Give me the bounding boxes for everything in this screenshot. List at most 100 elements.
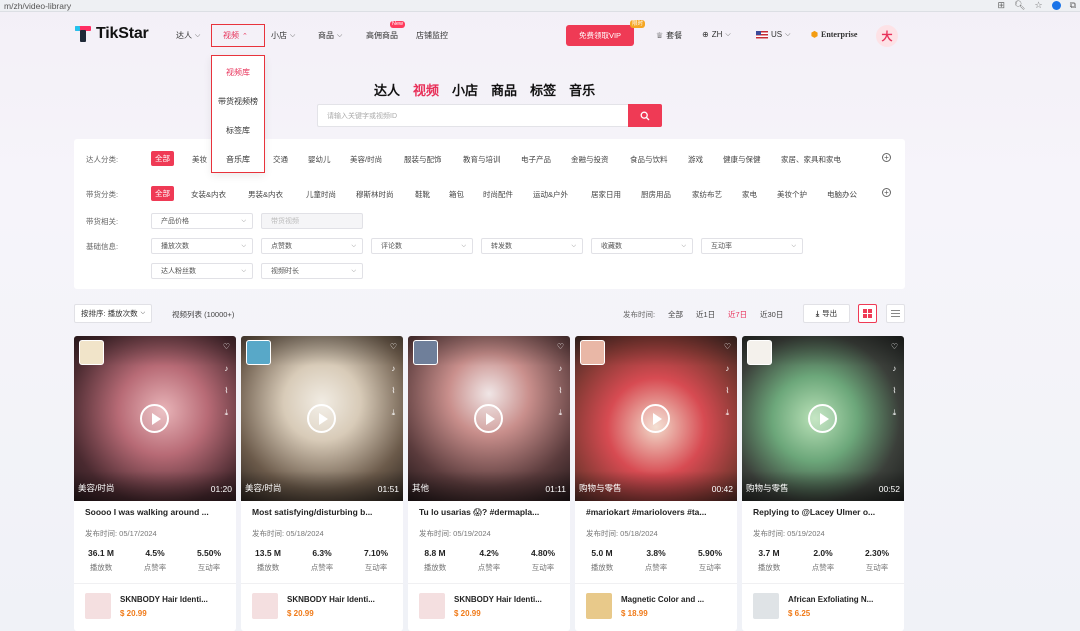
list-view-button[interactable] (886, 304, 905, 323)
menu-video-library[interactable]: 视频库 (212, 58, 264, 87)
video-title[interactable]: Soooo I was walking around ... (85, 507, 229, 517)
creator-avatar[interactable] (79, 340, 104, 365)
video-card[interactable]: ♡ ♪ ⌇ ⤓ 购物与零售 00:42 #mariokart #mariolov… (575, 336, 737, 631)
video-thumbnail[interactable]: ♡ ♪ ⌇ ⤓ 其他 01:11 (408, 336, 570, 501)
selling-video-select[interactable]: 带货视频 (261, 213, 363, 229)
product-image[interactable] (419, 593, 445, 619)
time-7d[interactable]: 近7日 (728, 309, 747, 320)
video-thumbnail[interactable]: ♡ ♪ ⌇ ⤓ 购物与零售 00:52 (742, 336, 904, 501)
heart-icon[interactable]: ♡ (557, 342, 564, 351)
analytics-icon[interactable]: ⌇ (558, 386, 562, 395)
tab-videos[interactable]: 视频 (413, 80, 439, 99)
chip-muslim-fashion[interactable]: 穆斯林时尚 (356, 189, 394, 200)
chip-computer-office[interactable]: 电脑办公 (827, 189, 857, 200)
tab-tags[interactable]: 标签 (530, 80, 556, 99)
free-vip-button[interactable]: 免费领取VIP (566, 25, 634, 46)
enterprise-link[interactable]: ⬢ Enterprise (811, 30, 857, 39)
menu-selling-video-rank[interactable]: 带货视频榜 (212, 87, 264, 116)
engagement-select[interactable]: 互动率 ⌵ (701, 238, 803, 254)
tiktok-icon[interactable]: ♪ (892, 364, 896, 373)
heart-icon[interactable]: ♡ (390, 342, 397, 351)
video-title[interactable]: #mariokart #mariolovers #ta... (586, 507, 730, 517)
analytics-icon[interactable]: ⌇ (224, 386, 228, 395)
tiktok-icon[interactable]: ♪ (725, 364, 729, 373)
tab-music[interactable]: 音乐 (569, 80, 595, 99)
heart-icon[interactable]: ♡ (724, 342, 731, 351)
chip-home[interactable]: 家居、家具和家电 (781, 154, 841, 165)
tab-products[interactable]: 商品 (491, 80, 517, 99)
search-input[interactable]: 请输入关键字或视频ID (317, 104, 628, 127)
product-name[interactable]: Magnetic Color and ... (621, 595, 731, 604)
favorites-select[interactable]: 收藏数 ⌵ (591, 238, 693, 254)
nav-high-commission[interactable]: 高佣商品 (366, 30, 398, 41)
heart-icon[interactable]: ♡ (891, 342, 898, 351)
download-icon[interactable]: ⤓ (893, 408, 897, 418)
video-title[interactable]: Replying to @Lacey Ulmer o... (753, 507, 897, 517)
chip-finance[interactable]: 金融与投资 (571, 154, 609, 165)
video-thumbnail[interactable]: ♡ ♪ ⌇ ⤓ 购物与零售 00:42 (575, 336, 737, 501)
tab-shops[interactable]: 小店 (452, 80, 478, 99)
tiktok-icon[interactable]: ♪ (224, 364, 228, 373)
tiktok-icon[interactable]: ♪ (558, 364, 562, 373)
analytics-icon[interactable]: ⌇ (892, 386, 896, 395)
play-icon[interactable] (808, 404, 837, 433)
chip-electronics[interactable]: 电子产品 (521, 154, 551, 165)
plan-link[interactable]: ♕ 套餐 (656, 30, 682, 41)
heart-icon[interactable]: ♡ (223, 342, 230, 351)
download-icon[interactable]: ⤓ (225, 408, 229, 418)
translate-icon[interactable]: ⊞ (998, 0, 1006, 11)
grid-view-button[interactable] (858, 304, 877, 323)
expand-plus-icon[interactable]: + (882, 188, 891, 197)
followers-select[interactable]: 达人粉丝数 ⌵ (151, 263, 253, 279)
creator-avatar[interactable] (413, 340, 438, 365)
product-image[interactable] (252, 593, 278, 619)
analytics-icon[interactable]: ⌇ (725, 386, 729, 395)
chip-games[interactable]: 游戏 (688, 154, 703, 165)
nav-shops[interactable]: 小店 ⌵ (271, 30, 295, 41)
video-thumbnail[interactable]: ♡ ♪ ⌇ ⤓ 美容/时尚 01:20 (74, 336, 236, 501)
tiktok-icon[interactable]: ♪ (391, 364, 395, 373)
video-title[interactable]: Tu lo usarias 😱? #dermapla... (419, 507, 563, 518)
menu-music-library[interactable]: 音乐库 (212, 145, 264, 174)
video-card[interactable]: ♡ ♪ ⌇ ⤓ 购物与零售 00:52 Replying to @Lacey U… (742, 336, 904, 631)
likes-select[interactable]: 点赞数 ⌵ (261, 238, 363, 254)
time-1d[interactable]: 近1日 (696, 309, 715, 320)
play-icon[interactable] (641, 404, 670, 433)
chip-bags[interactable]: 箱包 (449, 189, 464, 200)
play-icon[interactable] (140, 404, 169, 433)
product-price-select[interactable]: 产品价格 ⌵ (151, 213, 253, 229)
star-icon[interactable]: ☆ (1034, 0, 1042, 11)
region-select[interactable]: US ⌵ (756, 30, 790, 39)
product-name[interactable]: African Exfoliating N... (788, 595, 898, 604)
chip-shoes[interactable]: 鞋靴 (415, 189, 430, 200)
chip-accessories[interactable]: 时尚配件 (483, 189, 513, 200)
nav-shop-monitor[interactable]: 店铺监控 (416, 30, 448, 41)
menu-tag-library[interactable]: 标签库 (212, 116, 264, 145)
chip-appliances[interactable]: 家电 (742, 189, 757, 200)
download-icon[interactable]: ⤓ (726, 408, 730, 418)
logo[interactable]: TikStar (75, 25, 149, 43)
nav-products[interactable]: 商品 ⌵ (318, 30, 342, 41)
chip-baby[interactable]: 婴幼儿 (308, 154, 331, 165)
chip-womens[interactable]: 女装&内衣 (191, 189, 226, 200)
time-all[interactable]: 全部 (668, 309, 683, 320)
creator-avatar[interactable] (246, 340, 271, 365)
shares-select[interactable]: 转发数 ⌵ (481, 238, 583, 254)
expand-plus-icon[interactable]: + (882, 153, 891, 162)
video-title[interactable]: Most satisfying/disturbing b... (252, 507, 396, 517)
zoom-icon[interactable]: 🔍︎ (1014, 0, 1025, 11)
product-image[interactable] (85, 593, 111, 619)
chip-sports[interactable]: 运动&户外 (533, 189, 568, 200)
chip-kids-fashion[interactable]: 儿童时尚 (306, 189, 336, 200)
url-text[interactable]: m/zh/video-library (4, 1, 71, 11)
chip-personal-care[interactable]: 美妆个护 (777, 189, 807, 200)
tab-creators[interactable]: 达人 (374, 80, 400, 99)
video-card[interactable]: ♡ ♪ ⌇ ⤓ 美容/时尚 01:20 Soooo I was walking … (74, 336, 236, 631)
chip-kitchen[interactable]: 厨房用品 (641, 189, 671, 200)
time-30d[interactable]: 近30日 (760, 309, 783, 320)
chip-transport[interactable]: 交通 (273, 154, 288, 165)
browser-url-bar[interactable]: m/zh/video-library ⊞ 🔍︎ ☆ ⧉ (0, 0, 1080, 12)
product-image[interactable] (586, 593, 612, 619)
video-thumbnail[interactable]: ♡ ♪ ⌇ ⤓ 美容/时尚 01:51 (241, 336, 403, 501)
chip-education[interactable]: 教育与培训 (463, 154, 501, 165)
